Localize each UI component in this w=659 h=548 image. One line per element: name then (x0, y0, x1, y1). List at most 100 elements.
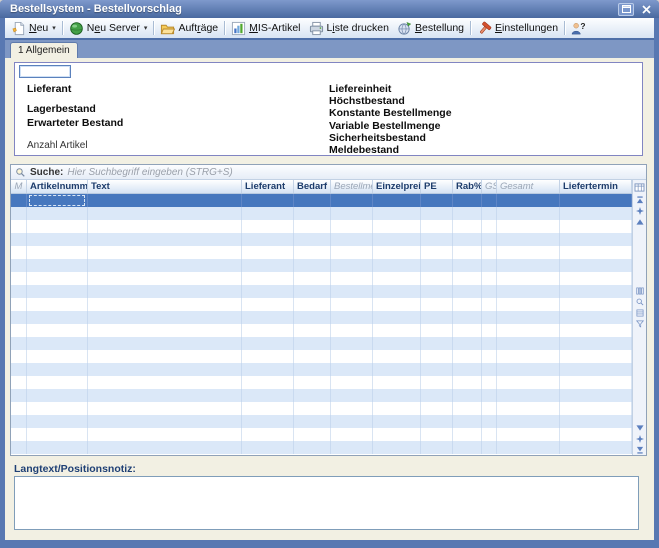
scroll-page-up-icon[interactable] (636, 205, 644, 216)
table-cell (482, 376, 497, 389)
table-cell (497, 194, 560, 207)
search-bar[interactable]: Suche: Hier Suchbegriff eingeben (STRG+S… (11, 165, 646, 180)
toolbar-button-mis-artikel[interactable]: MIS-Artikel (227, 20, 304, 37)
column-header-text[interactable]: Text (88, 180, 242, 193)
column-header-einzelpreis[interactable]: Einzelpreis (373, 180, 421, 193)
table-cell (482, 233, 497, 246)
table-row[interactable] (11, 311, 632, 324)
grid-main: MArtikelnummerTextLieferantBedarfBestell… (11, 180, 632, 455)
form-label: Meldebestand (329, 144, 399, 156)
table-cell (453, 376, 482, 389)
toolbar-button-neu-server[interactable]: Neu Server▾ (65, 20, 152, 37)
scroll-up-icon[interactable] (636, 216, 644, 227)
table-cell (242, 272, 294, 285)
table-cell (27, 415, 88, 428)
table-cell (294, 298, 331, 311)
table-cell (497, 402, 560, 415)
search-icon (15, 167, 26, 178)
table-row[interactable] (11, 285, 632, 298)
table-cell (482, 246, 497, 259)
table-cell (242, 311, 294, 324)
restore-icon[interactable] (618, 3, 634, 16)
table-cell (88, 272, 242, 285)
chevron-down-icon[interactable]: ▾ (52, 24, 56, 32)
table-cell (11, 194, 27, 207)
table-cell (11, 259, 27, 272)
toolbar-button-einstellungen[interactable]: Einstellungen (473, 20, 562, 37)
table-cell (421, 350, 453, 363)
column-header-gs[interactable]: GS (482, 180, 497, 193)
table-cell (453, 337, 482, 350)
toolbar-button-liste-drucken[interactable]: Liste drucken (305, 20, 393, 37)
toolbar-button-neu[interactable]: Neu▾ (7, 20, 60, 37)
table-row[interactable] (11, 246, 632, 259)
scroll-last-icon[interactable] (636, 444, 644, 455)
table-row[interactable] (11, 428, 632, 441)
table-cell (294, 207, 331, 220)
table-row[interactable] (11, 415, 632, 428)
table-row[interactable] (11, 324, 632, 337)
table-row[interactable] (11, 220, 632, 233)
column-header-rab-[interactable]: Rab% (453, 180, 482, 193)
column-header-bestellmenge[interactable]: Bestellmenge (331, 180, 373, 193)
scroll-page-down-icon[interactable] (636, 433, 644, 444)
table-cell (482, 441, 497, 454)
table-cell (27, 298, 88, 311)
table-cell (294, 272, 331, 285)
table-cell (88, 298, 242, 311)
toolbar-button-hilfe[interactable]: ? (567, 20, 590, 37)
magnifier-icon[interactable] (636, 296, 644, 307)
table-cell (27, 285, 88, 298)
table-cell (560, 402, 632, 415)
table-row[interactable] (11, 298, 632, 311)
column-chooser-icon[interactable] (634, 180, 645, 194)
table-row[interactable] (11, 389, 632, 402)
columns-icon[interactable] (636, 285, 644, 296)
table-cell (373, 337, 421, 350)
column-header-bedarf[interactable]: Bedarf (294, 180, 331, 193)
table-row[interactable] (11, 194, 632, 207)
table-row[interactable] (11, 376, 632, 389)
toolbar-button-bestellung[interactable]: Bestellung (393, 20, 468, 37)
table-row[interactable] (11, 233, 632, 246)
scroll-down-icon[interactable] (636, 422, 644, 433)
toolbar-button-auftraege[interactable]: Aufträge (156, 20, 222, 37)
close-icon[interactable] (639, 3, 653, 16)
rows-icon[interactable] (636, 307, 644, 318)
form-input[interactable] (19, 65, 71, 78)
table-cell (11, 389, 27, 402)
column-header-gesamt[interactable]: Gesamt (497, 180, 560, 193)
table-cell (421, 311, 453, 324)
table-cell (482, 337, 497, 350)
table-cell (421, 324, 453, 337)
filter-icon[interactable] (636, 318, 644, 329)
langtext-textarea[interactable] (14, 476, 639, 530)
form-label: Lagerbestand (27, 103, 96, 115)
column-header-artikelnummer[interactable]: Artikelnummer (27, 180, 88, 193)
table-row[interactable] (11, 259, 632, 272)
form-label: Erwarteter Bestand (27, 117, 123, 129)
table-cell (421, 441, 453, 454)
table-cell (242, 337, 294, 350)
table-row[interactable] (11, 402, 632, 415)
column-header-lieferant[interactable]: Lieferant (242, 180, 294, 193)
table-cell (421, 376, 453, 389)
table-cell (294, 441, 331, 454)
table-row[interactable] (11, 363, 632, 376)
column-header-liefertermin[interactable]: Liefertermin (560, 180, 632, 193)
table-row[interactable] (11, 207, 632, 220)
table-row[interactable] (11, 350, 632, 363)
grid-side-strip (632, 180, 646, 455)
table-cell (560, 259, 632, 272)
column-header-pe[interactable]: PE (421, 180, 453, 193)
search-label: Suche: (30, 167, 63, 178)
table-row[interactable] (11, 272, 632, 285)
tab-allgemein[interactable]: 1 Allgemein (10, 42, 78, 58)
column-header-m[interactable]: M (11, 180, 27, 193)
table-row[interactable] (11, 337, 632, 350)
table-cell (27, 376, 88, 389)
table-cell (453, 220, 482, 233)
scroll-first-icon[interactable] (636, 194, 644, 205)
table-row[interactable] (11, 441, 632, 454)
chevron-down-icon[interactable]: ▾ (144, 24, 148, 32)
